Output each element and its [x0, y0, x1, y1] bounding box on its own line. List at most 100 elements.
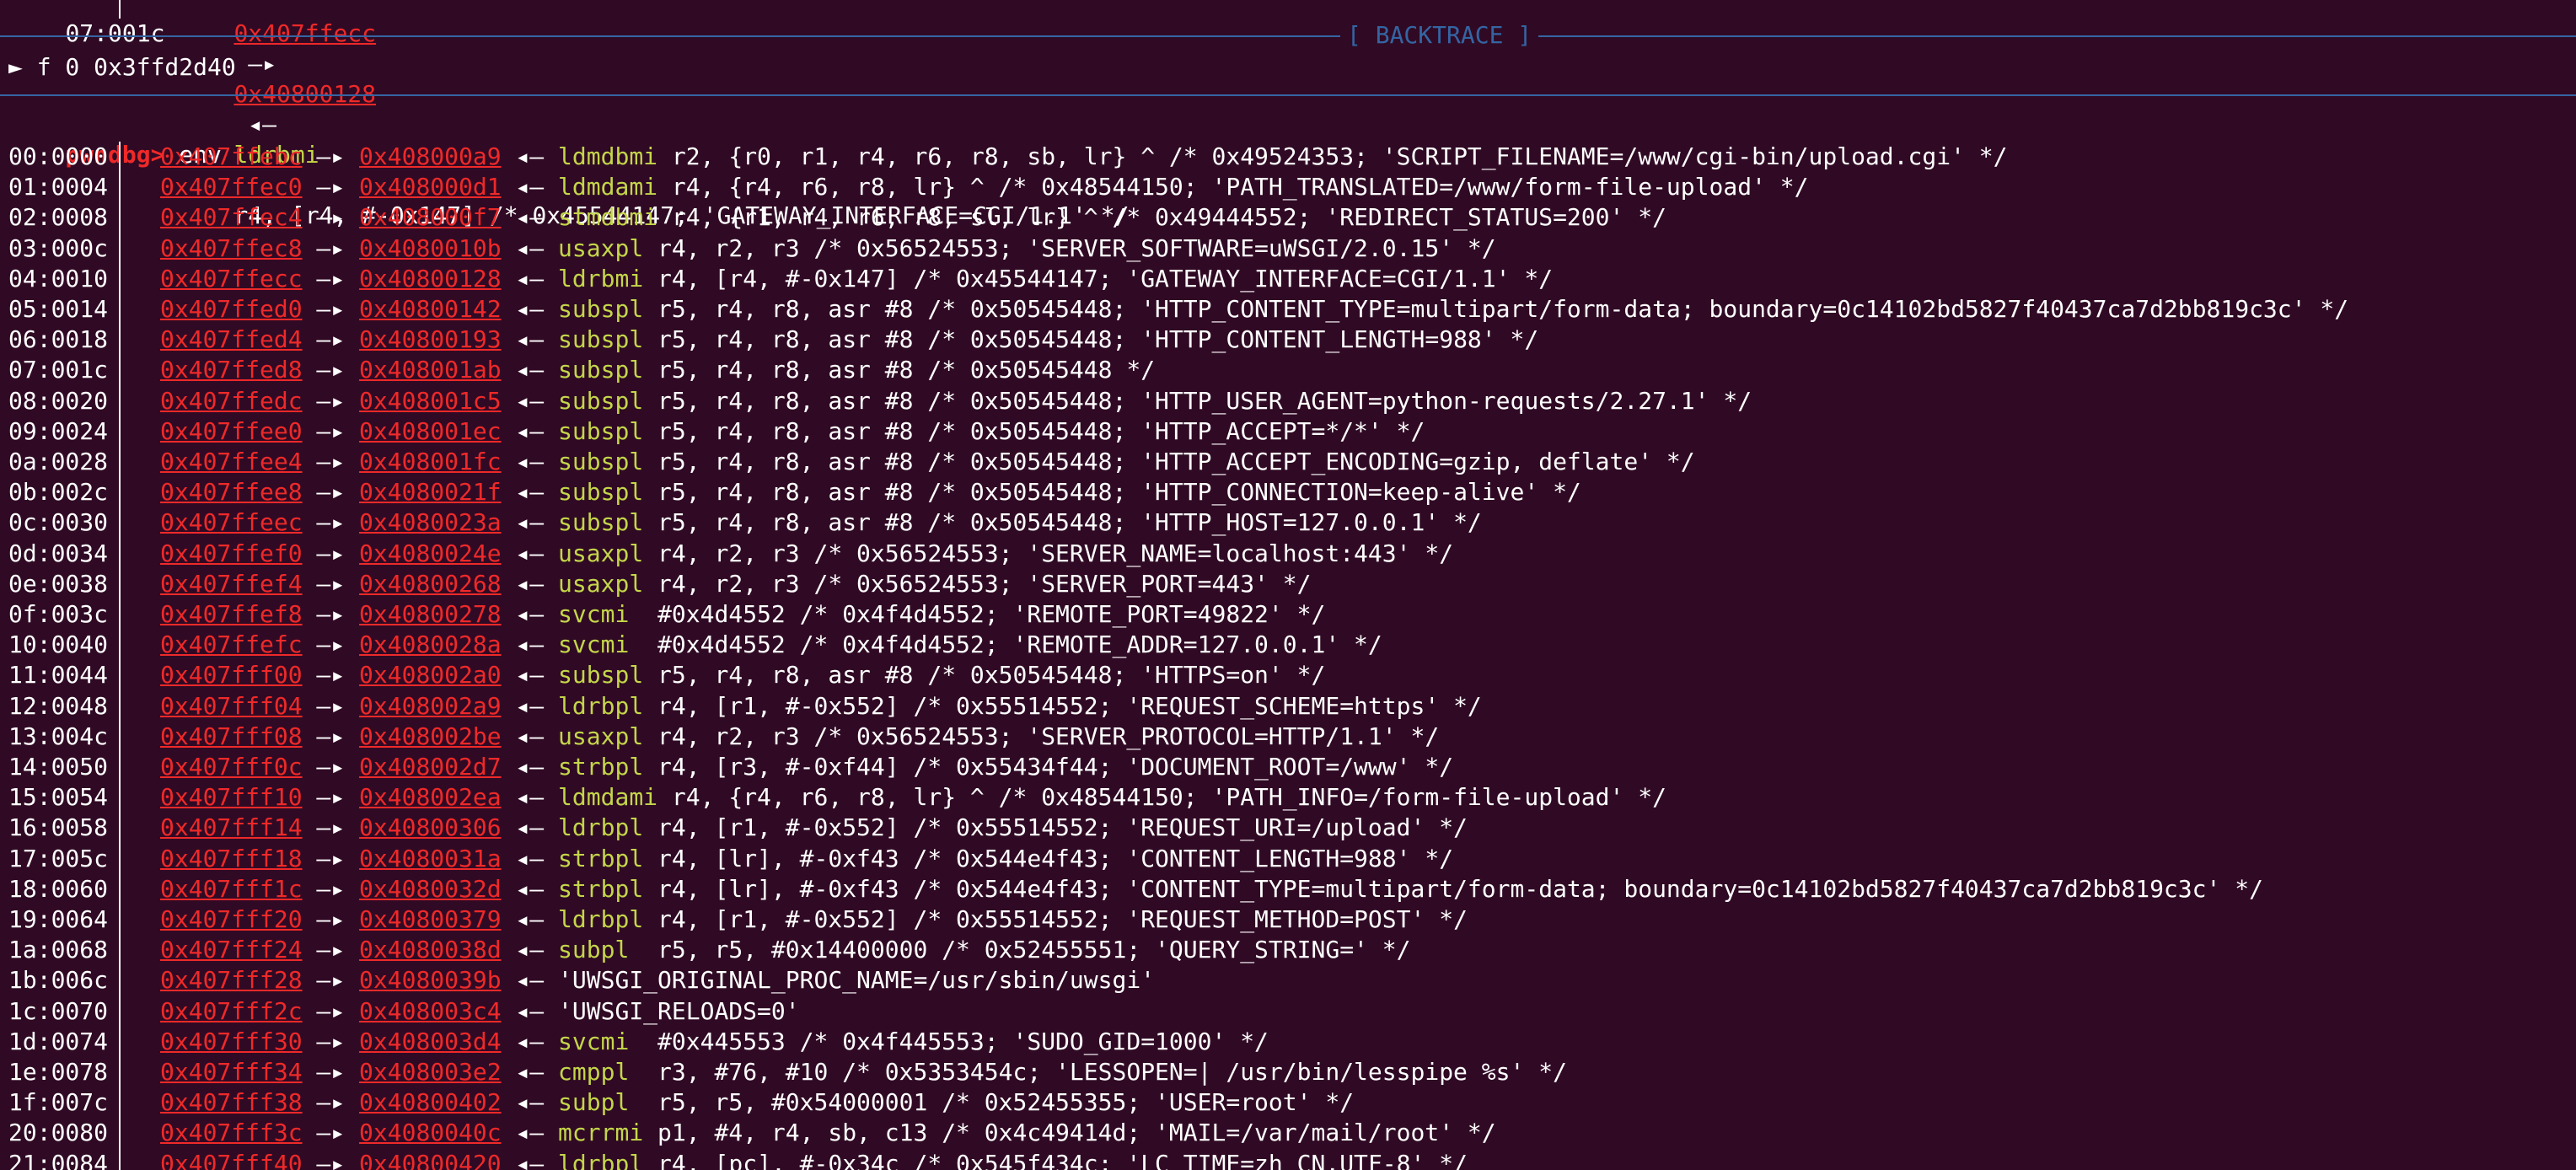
stack-address[interactable]: 0x407fff3c [160, 1119, 303, 1146]
stack-address[interactable]: 0x407ffee4 [160, 448, 303, 475]
arrow-left-icon: ◂— [501, 325, 559, 354]
operands: r5, r4, r8, asr #8 /* 0x50545448; 'HTTP_… [657, 295, 2349, 323]
stack-address[interactable]: 0x407ffecc [233, 19, 376, 47]
pointer-address[interactable]: 0x408002a0 [359, 661, 502, 689]
stack-address[interactable]: 0x407fff00 [160, 661, 303, 689]
pointer-address[interactable]: 0x4080039b [359, 966, 502, 994]
arrow-left-icon: ◂— [501, 905, 559, 933]
stack-address[interactable]: 0x407fff24 [160, 936, 303, 963]
stack-address[interactable]: 0x407ffec4 [160, 203, 303, 231]
terminal-window[interactable]: 07:001c 0x407ffecc —▸ 0x40800128 ◂— ldrb… [0, 0, 2576, 1170]
stack-address[interactable]: 0x407ffefc [160, 631, 303, 658]
stack-row: 0x407ffed8 —▸ 0x408001ab ◂— subspl r5, r… [160, 355, 1155, 385]
pointer-address[interactable]: 0x4080040c [359, 1119, 502, 1146]
bottom-separator [0, 94, 2576, 96]
stack-address[interactable]: 0x407fff0c [160, 753, 303, 781]
stack-address[interactable]: 0x407fff20 [160, 905, 303, 933]
pointer-address[interactable]: 0x40800306 [359, 813, 502, 841]
pointer-address[interactable]: 0x40800128 [359, 265, 502, 292]
string-value: 'UWSGI_RELOADS=0' [558, 996, 800, 1025]
stack-address[interactable]: 0x407fff40 [160, 1150, 303, 1170]
pointer-address[interactable]: 0x408002a9 [359, 692, 502, 720]
pointer-address[interactable]: 0x4080038d [359, 936, 502, 963]
mnemonic: mcrrmi [558, 1119, 644, 1147]
pointer-address[interactable]: 0x408000a9 [359, 142, 502, 170]
pointer-address[interactable]: 0x40800402 [359, 1088, 502, 1116]
pointer-address[interactable]: 0x40800142 [359, 295, 502, 323]
stack-address[interactable]: 0x407ffedc [160, 387, 303, 415]
stack-address[interactable]: 0x407fff18 [160, 845, 303, 872]
stack-address[interactable]: 0x407ffed8 [160, 356, 303, 384]
stack-address[interactable]: 0x407fff10 [160, 783, 303, 811]
pointer-address[interactable]: 0x4080032d [359, 875, 502, 903]
arrow-left-icon: ◂— [501, 386, 559, 415]
pointer-address[interactable]: 0x408003d4 [359, 1028, 502, 1055]
pointer-address[interactable]: 0x408001fc [359, 448, 502, 475]
arrow-right-icon: —▸ [302, 508, 360, 537]
pointer-address[interactable]: 0x40800379 [359, 905, 502, 933]
stack-address[interactable]: 0x407fff08 [160, 722, 303, 750]
stack-address[interactable]: 0x407fff1c [160, 875, 303, 903]
stack-address[interactable]: 0x407ffebc [160, 142, 303, 170]
pointer-address[interactable]: 0x408003e2 [359, 1058, 502, 1086]
pointer-address[interactable]: 0x4080031a [359, 845, 502, 872]
pointer-address[interactable]: 0x4080028a [359, 631, 502, 658]
stack-address[interactable]: 0x407fff34 [160, 1058, 303, 1086]
pointer-address[interactable]: 0x408001ab [359, 356, 502, 384]
arrow-left-icon: ◂— [501, 936, 559, 964]
row-offset: 1c:0070 [8, 996, 109, 1025]
operands: r5, r4, r8, asr #8 /* 0x50545448; 'HTTPS… [657, 661, 1326, 690]
stack-row: 0x407fff24 —▸ 0x4080038d ◂— subpl r5, r5… [160, 935, 1411, 965]
row-offset: 1a:0068 [8, 936, 109, 964]
row-offset: 07:001c [65, 19, 165, 47]
stack-address[interactable]: 0x407ffed4 [160, 325, 303, 353]
pointer-address[interactable]: 0x4080010b [359, 234, 502, 262]
pointer-address[interactable]: 0x4080024e [359, 539, 502, 567]
row-offset: 12:0048 [8, 691, 109, 720]
operands: r5, r5, #0x14400000 /* 0x52455551; 'QUER… [643, 936, 1411, 964]
row-offset: 02:0008 [8, 203, 109, 232]
stack-address[interactable]: 0x407ffef4 [160, 570, 303, 598]
stack-address[interactable]: 0x407fff28 [160, 966, 303, 994]
stack-address[interactable]: 0x407ffef8 [160, 600, 303, 628]
operands: r4, {r4, r6, r8, lr} ^ /* 0x48544150; 'P… [671, 173, 1809, 201]
stack-address[interactable]: 0x407ffef0 [160, 539, 303, 567]
pointer-address[interactable]: 0x408003c4 [359, 997, 502, 1025]
pointer-address[interactable]: 0x4080021f [359, 478, 502, 506]
pointer-address[interactable]: 0x408000d1 [359, 173, 502, 201]
stack-address[interactable]: 0x407fff04 [160, 692, 303, 720]
pointer-address[interactable]: 0x40800278 [359, 600, 502, 628]
pointer-address[interactable]: 0x408001ec [359, 417, 502, 445]
stack-address[interactable]: 0x407ffee0 [160, 417, 303, 445]
stack-address[interactable]: 0x407fff2c [160, 997, 303, 1025]
stack-address[interactable]: 0x407fff30 [160, 1028, 303, 1055]
arrow-left-icon: ◂— [501, 203, 559, 232]
mnemonic: strbpl [558, 753, 644, 781]
mnemonic: subspl [558, 478, 644, 507]
pointer-address[interactable]: 0x40800420 [359, 1150, 502, 1170]
pointer-address[interactable]: 0x40800268 [359, 570, 502, 598]
pointer-address[interactable]: 0x408002ea [359, 783, 502, 811]
pointer-address[interactable]: 0x4080023a [359, 508, 502, 536]
mnemonic: ldrbpl [558, 905, 644, 933]
stack-address[interactable]: 0x407ffee8 [160, 478, 303, 506]
stack-row: 0x407ffefc —▸ 0x4080028a ◂— svcmi #0x4d4… [160, 630, 1382, 660]
row-offset: 03:000c [8, 233, 109, 262]
pointer-address[interactable]: 0x408002d7 [359, 753, 502, 781]
mnemonic: subspl [558, 416, 644, 445]
stack-address[interactable]: 0x407ffec8 [160, 234, 303, 262]
stack-address[interactable]: 0x407ffec0 [160, 173, 303, 201]
operands: r4, [pc], #-0x34c /* 0x545f434c; 'LC_TIM… [657, 1149, 1468, 1170]
command-line[interactable]: pwndbg> env [8, 110, 221, 169]
arrow-left-icon: ◂— [501, 1058, 559, 1086]
pointer-address[interactable]: 0x408001c5 [359, 387, 502, 415]
operands: r5, r4, r8, asr #8 /* 0x50545448; 'HTTP_… [657, 416, 1425, 445]
pointer-address[interactable]: 0x408000f7 [359, 203, 502, 231]
stack-address[interactable]: 0x407ffed0 [160, 295, 303, 323]
pointer-address[interactable]: 0x408002be [359, 722, 502, 750]
stack-address[interactable]: 0x407fff38 [160, 1088, 303, 1116]
stack-address[interactable]: 0x407ffecc [160, 265, 303, 292]
pointer-address[interactable]: 0x40800193 [359, 325, 502, 353]
stack-address[interactable]: 0x407ffeec [160, 508, 303, 536]
stack-address[interactable]: 0x407fff14 [160, 813, 303, 841]
